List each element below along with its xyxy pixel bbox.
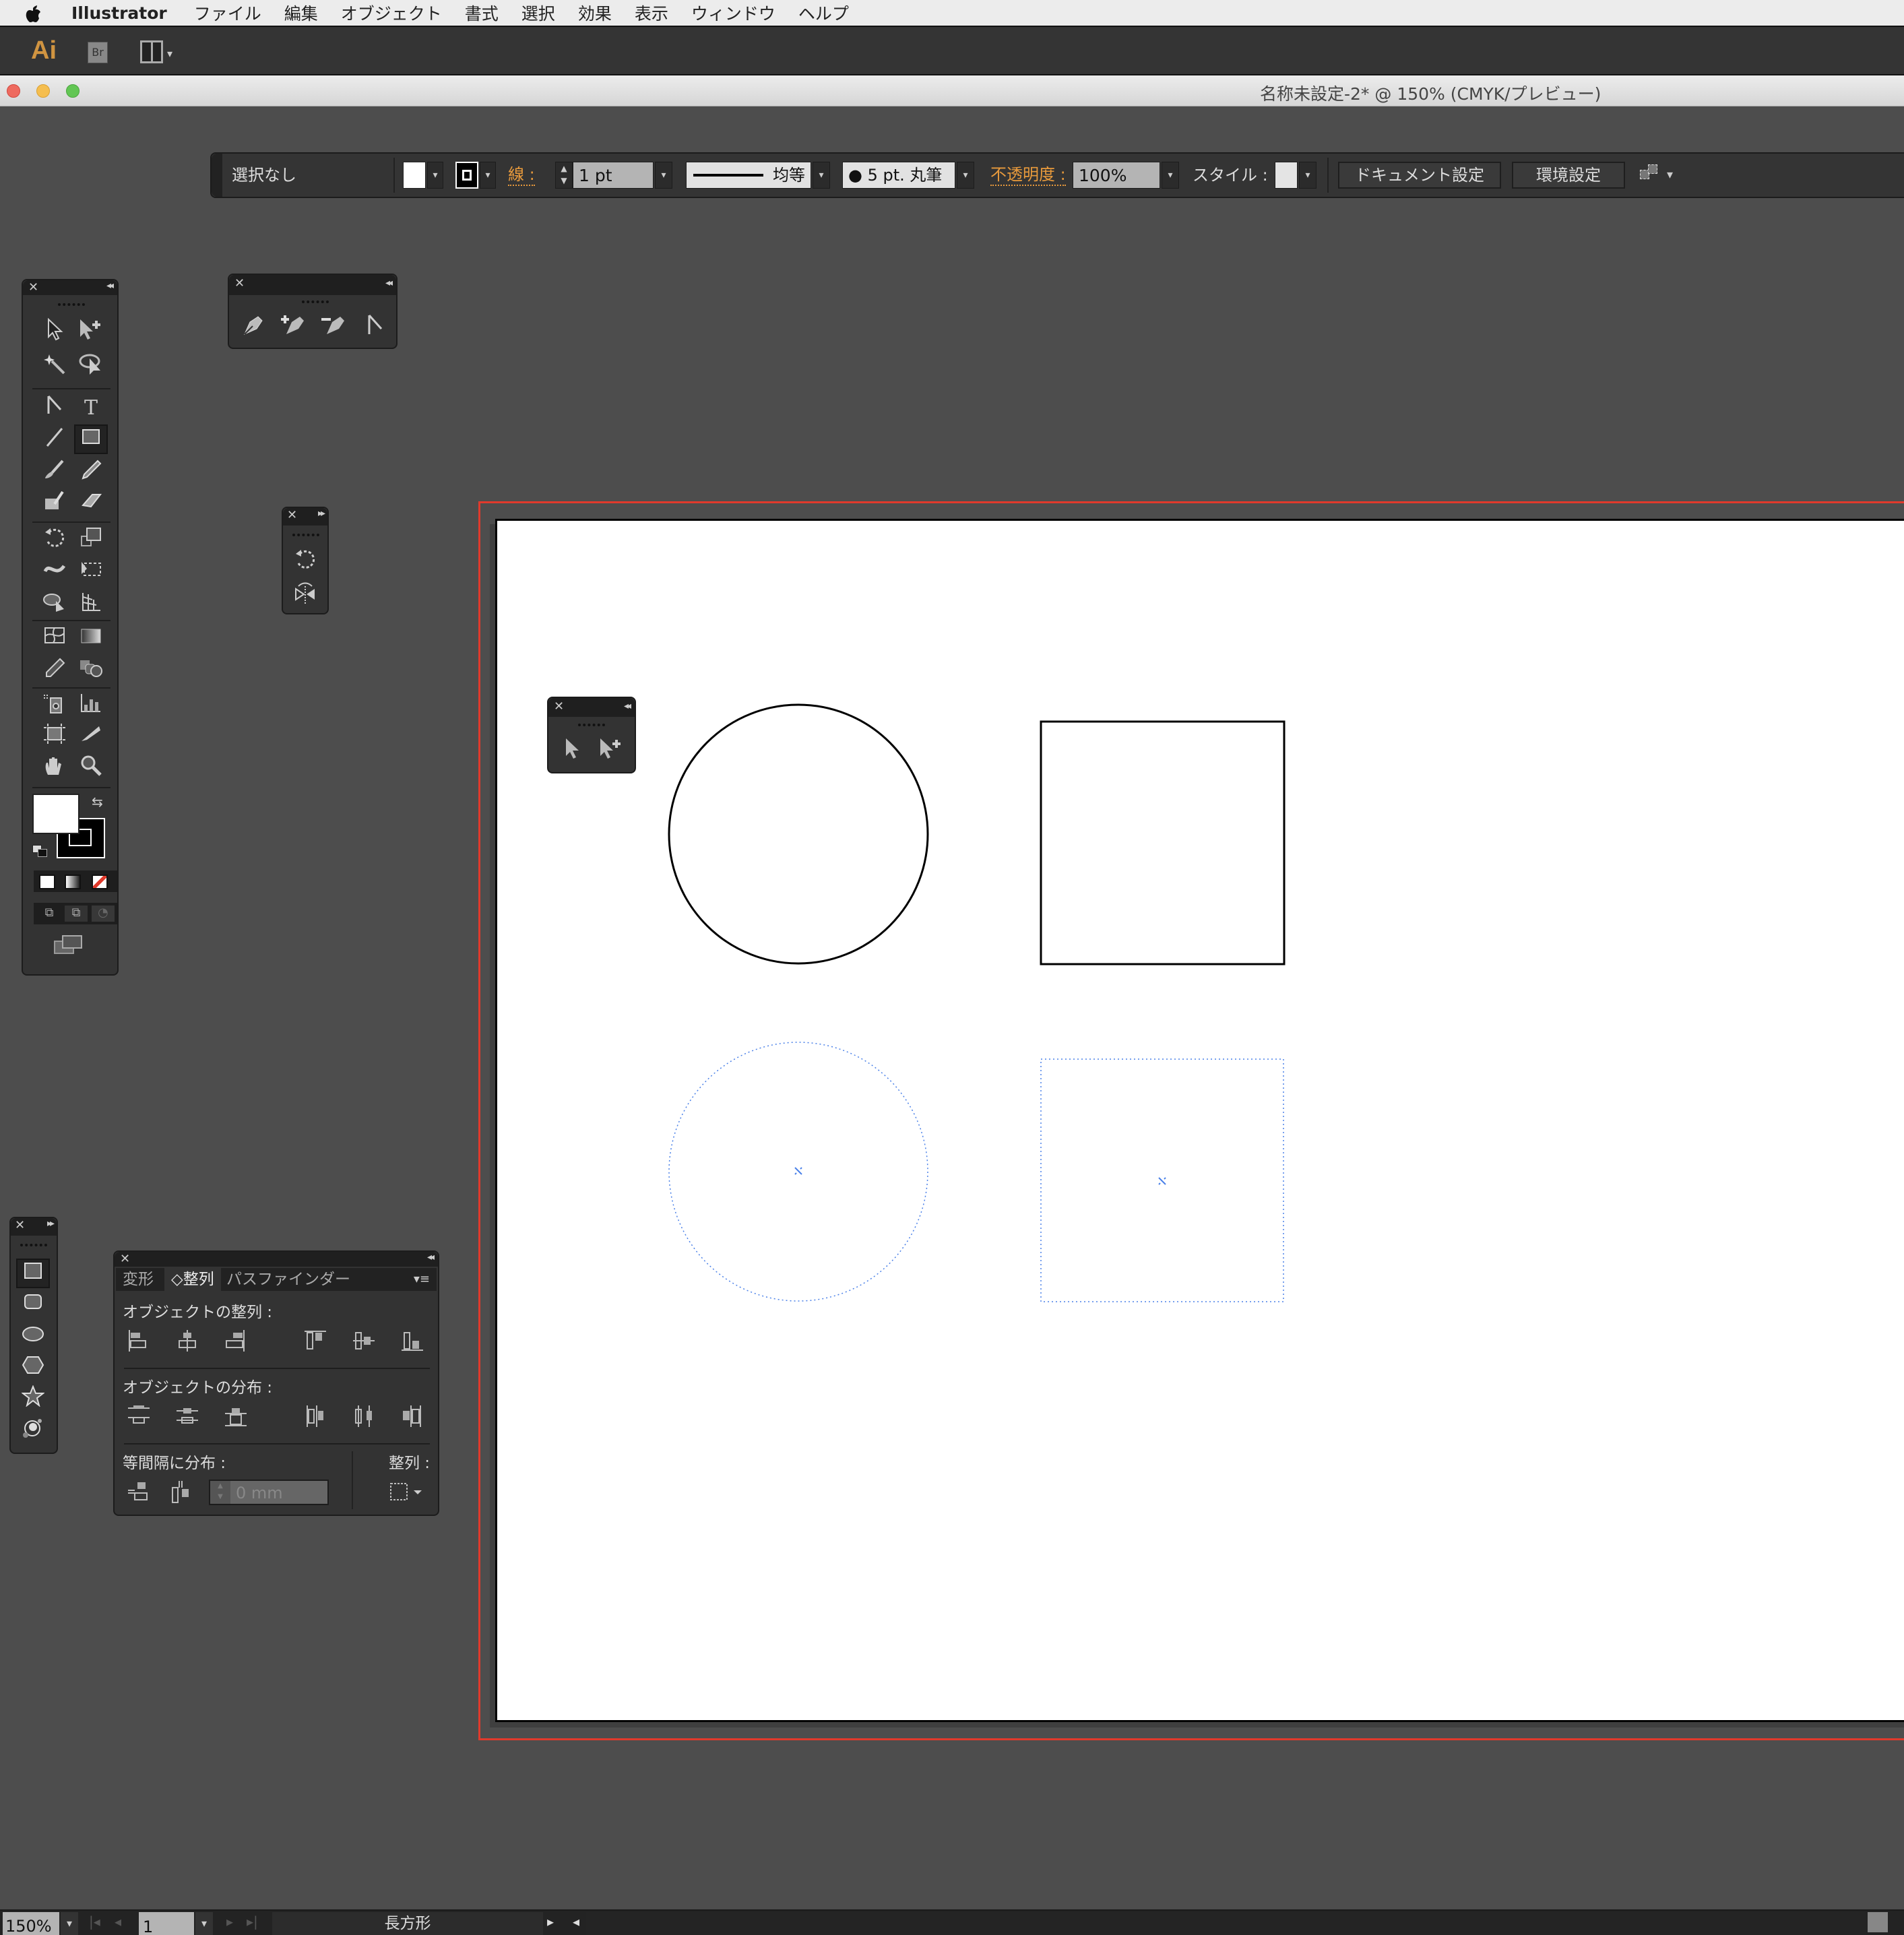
flare-tool-icon[interactable] bbox=[16, 1416, 50, 1446]
align-to-label: 整列 : bbox=[388, 1455, 430, 1472]
shape-tools-panel: ✕ ▸▸ bbox=[9, 1217, 58, 1454]
zoom-dropdown[interactable]: ▾ bbox=[61, 1912, 78, 1935]
spacing-stepper[interactable]: ▲ ▼ bbox=[210, 1481, 230, 1504]
collapse-icon[interactable]: ◂◂ bbox=[427, 1252, 435, 1263]
separator bbox=[124, 1443, 430, 1445]
separator bbox=[124, 1368, 430, 1369]
previous-artboard-button[interactable]: ◂ bbox=[115, 1913, 121, 1930]
distribute-vertical-center-icon[interactable] bbox=[175, 1404, 199, 1428]
tab-align[interactable]: ◇整列 bbox=[164, 1268, 221, 1291]
polygon-tool-icon[interactable] bbox=[16, 1354, 50, 1384]
panel-menu-icon[interactable]: ▾≡ bbox=[407, 1268, 437, 1291]
artboard-number-input[interactable]: 1 bbox=[139, 1912, 194, 1935]
distribute-spacing-label: 等間隔に分布 : bbox=[123, 1455, 226, 1472]
tab-pathfinder[interactable]: パスファインダー bbox=[220, 1268, 357, 1291]
align-to-selector[interactable] bbox=[388, 1480, 426, 1504]
spacing-input[interactable]: ▲ ▼ 0 mm bbox=[209, 1480, 329, 1505]
align-vertical-center-icon[interactable] bbox=[352, 1329, 376, 1353]
rectangle-center-point bbox=[1158, 1177, 1166, 1185]
align-objects-label: オブジェクトの整列 : bbox=[123, 1304, 273, 1321]
panel-grip[interactable] bbox=[20, 1244, 47, 1246]
zoom-level-input[interactable]: 150% bbox=[3, 1912, 59, 1935]
current-tool-status[interactable]: 長方形 bbox=[272, 1912, 543, 1935]
align-horizontal-center-icon[interactable] bbox=[175, 1329, 199, 1353]
align-top-icon[interactable] bbox=[303, 1329, 327, 1353]
tab-transform[interactable]: 変形 bbox=[116, 1268, 160, 1291]
spacing-value: 0 mm bbox=[236, 1484, 283, 1502]
close-icon[interactable]: ✕ bbox=[120, 1252, 130, 1266]
direct-selection-tool-icon[interactable] bbox=[594, 737, 628, 767]
selection-tool-icon[interactable] bbox=[555, 737, 589, 767]
scroll-left-arrow[interactable]: ◂ bbox=[573, 1913, 579, 1930]
vertical-distribute-space-icon[interactable] bbox=[127, 1480, 151, 1504]
horizontal-distribute-space-icon[interactable] bbox=[168, 1480, 193, 1504]
ellipse-center-point bbox=[794, 1167, 802, 1175]
panel-grip[interactable] bbox=[578, 724, 605, 726]
rectangle-tool-icon[interactable] bbox=[16, 1259, 50, 1288]
distribute-horizontal-center-icon[interactable] bbox=[352, 1404, 376, 1428]
distribute-bottom-icon[interactable] bbox=[224, 1404, 248, 1428]
close-icon[interactable]: ✕ bbox=[15, 1218, 25, 1232]
expand-icon[interactable]: ▸▸ bbox=[47, 1218, 55, 1229]
distribute-top-icon[interactable] bbox=[127, 1404, 151, 1428]
close-icon[interactable]: ✕ bbox=[554, 699, 564, 713]
ellipse-tool-icon[interactable] bbox=[16, 1323, 50, 1353]
panel-tabs: 変形 ◇整列 パスファインダー ▾≡ bbox=[116, 1268, 437, 1291]
align-bottom-icon[interactable] bbox=[400, 1329, 424, 1353]
ellipse-shape[interactable] bbox=[668, 703, 929, 965]
horizontal-scrollbar[interactable] bbox=[586, 1912, 1866, 1935]
collapse-icon[interactable]: ◂◂ bbox=[624, 701, 631, 711]
first-artboard-button[interactable]: |◂ bbox=[89, 1913, 100, 1930]
rectangle-shape[interactable] bbox=[1040, 720, 1286, 965]
align-right-icon[interactable] bbox=[224, 1329, 248, 1353]
status-menu-arrow[interactable]: ▸ bbox=[547, 1913, 554, 1930]
star-tool-icon[interactable] bbox=[16, 1385, 50, 1415]
scrollbar-thumb[interactable] bbox=[1868, 1912, 1888, 1932]
rounded-rectangle-tool-icon[interactable] bbox=[16, 1291, 50, 1321]
align-panel: ✕ ◂◂ 変形 ◇整列 パスファインダー ▾≡ オブジェクトの整列 : オブジェ… bbox=[113, 1250, 439, 1516]
distribute-right-icon[interactable] bbox=[400, 1404, 424, 1428]
status-bar: 150% ▾ |◂ ◂ 1 ▾ ▸ ▸| 長方形 ▸ ◂ bbox=[0, 1909, 1904, 1935]
artwork-layer bbox=[668, 703, 1286, 1302]
selection-tools-panel: ✕ ◂◂ bbox=[547, 697, 636, 773]
distribute-left-icon[interactable] bbox=[303, 1404, 327, 1428]
divider bbox=[352, 1451, 353, 1509]
distribute-objects-label: オブジェクトの分布 : bbox=[123, 1379, 273, 1397]
artboard-dropdown[interactable]: ▾ bbox=[195, 1912, 213, 1935]
next-artboard-button[interactable]: ▸ bbox=[226, 1913, 233, 1930]
align-left-icon[interactable] bbox=[127, 1329, 151, 1353]
last-artboard-button[interactable]: ▸| bbox=[247, 1913, 258, 1930]
